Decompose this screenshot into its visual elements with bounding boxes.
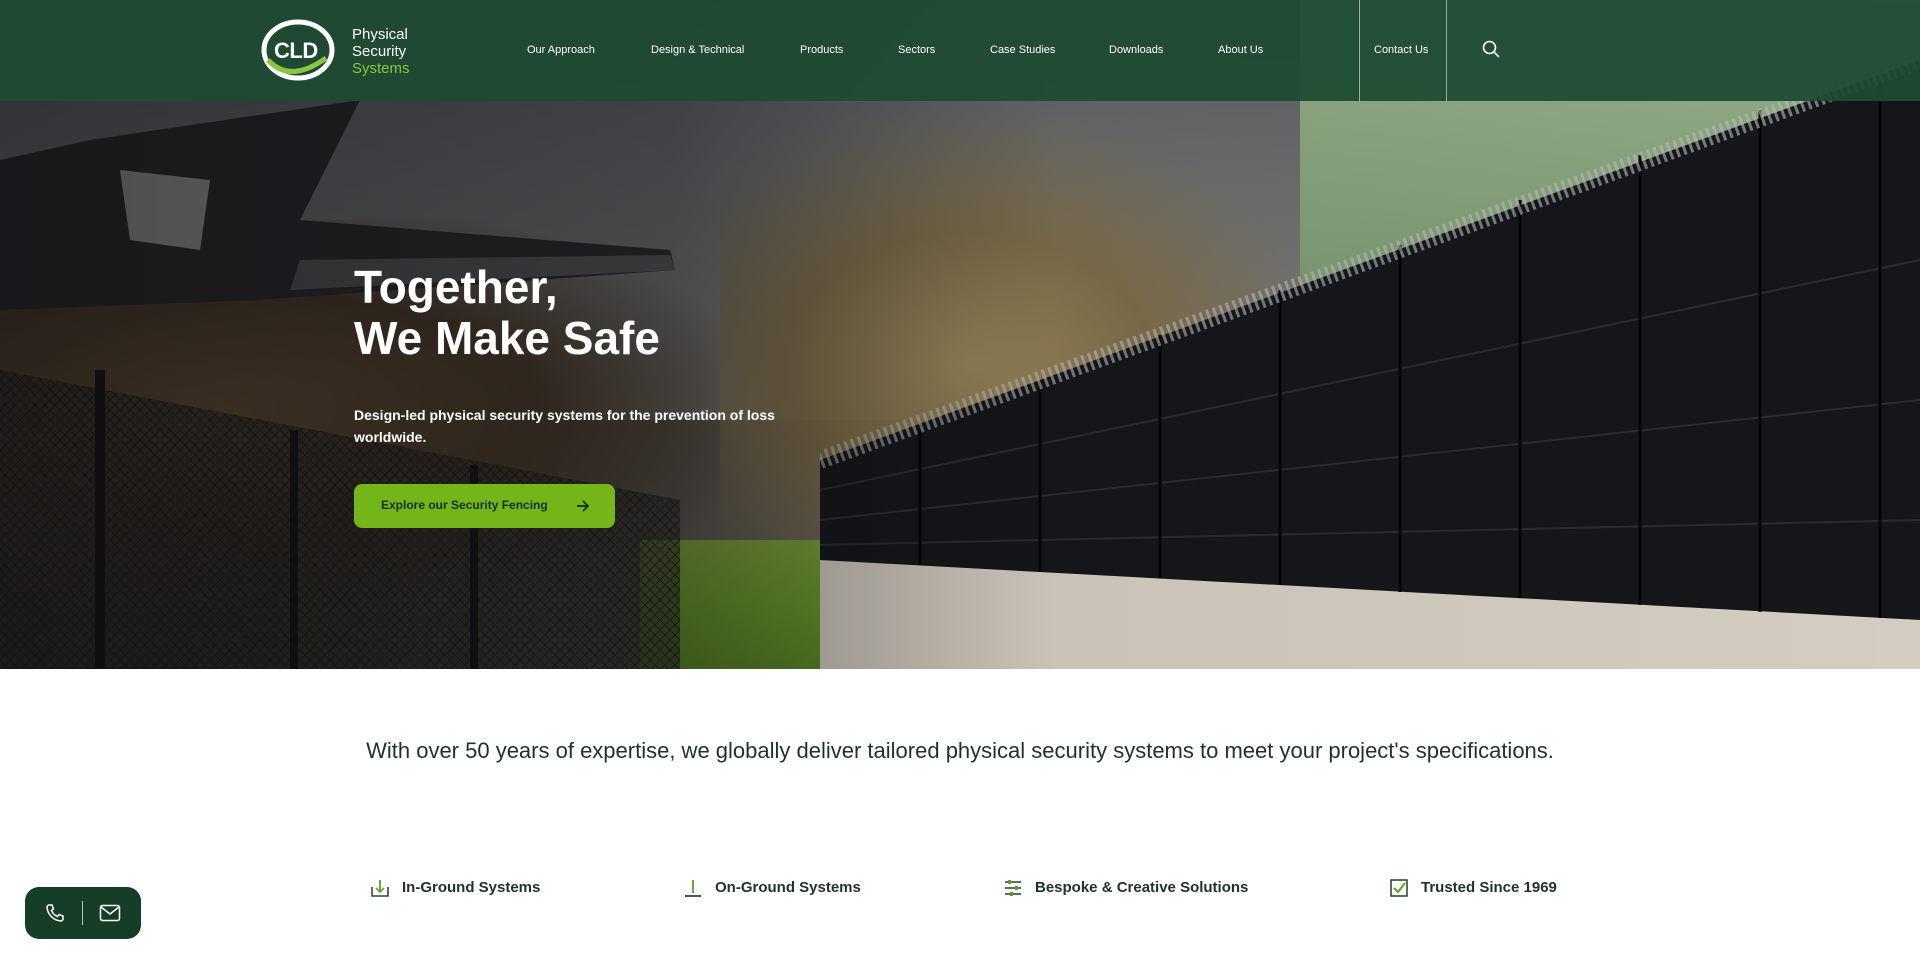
nav-downloads[interactable]: Downloads xyxy=(1109,44,1163,56)
hero-title-line-2: We Make Safe xyxy=(354,312,660,364)
feature-in-ground-label: In-Ground Systems xyxy=(402,879,541,896)
nav-divider-left xyxy=(1359,0,1360,101)
hero-title: Together, We Make Safe xyxy=(354,262,874,364)
nav-contact-us[interactable]: Contact Us xyxy=(1374,44,1428,56)
sliders-icon xyxy=(1005,880,1021,896)
in-ground-icon xyxy=(371,880,389,897)
search-icon[interactable] xyxy=(1482,40,1500,58)
nav-products[interactable]: Products xyxy=(800,44,843,56)
nav-case-studies[interactable]: Case Studies xyxy=(990,44,1055,56)
nav-design-technical[interactable]: Design & Technical xyxy=(651,44,744,56)
arrow-right-icon xyxy=(577,500,590,512)
nav-our-approach[interactable]: Our Approach xyxy=(527,44,595,56)
contact-widget xyxy=(25,887,141,939)
hero-title-line-1: Together, xyxy=(354,261,558,313)
nav-sectors[interactable]: Sectors xyxy=(898,44,935,56)
nav-divider-right xyxy=(1446,0,1447,101)
logo-line-1: Physical xyxy=(352,26,408,43)
site-header: CLD Physical Security Systems Our Approa… xyxy=(0,0,1920,101)
feature-trusted-label: Trusted Since 1969 xyxy=(1421,879,1557,896)
widget-divider xyxy=(82,901,83,925)
feature-bespoke-label: Bespoke & Creative Solutions xyxy=(1035,879,1249,896)
nav-about-us[interactable]: About Us xyxy=(1218,44,1263,56)
checkbox-icon xyxy=(1390,879,1408,897)
main-nav: Our Approach Design & Technical Products… xyxy=(0,44,1920,58)
on-ground-icon xyxy=(685,880,701,897)
explore-fencing-button[interactable]: Explore our Security Fencing xyxy=(354,484,615,528)
logo-line-3: Systems xyxy=(352,60,410,77)
hero-subtitle: Design-led physical security systems for… xyxy=(354,407,775,445)
mail-icon[interactable] xyxy=(99,904,121,922)
feature-on-ground-label: On-Ground Systems xyxy=(715,879,861,896)
explore-fencing-label: Explore our Security Fencing xyxy=(381,498,548,512)
intro-statement: With over 50 years of expertise, we glob… xyxy=(366,738,1554,763)
phone-icon[interactable] xyxy=(45,903,65,923)
